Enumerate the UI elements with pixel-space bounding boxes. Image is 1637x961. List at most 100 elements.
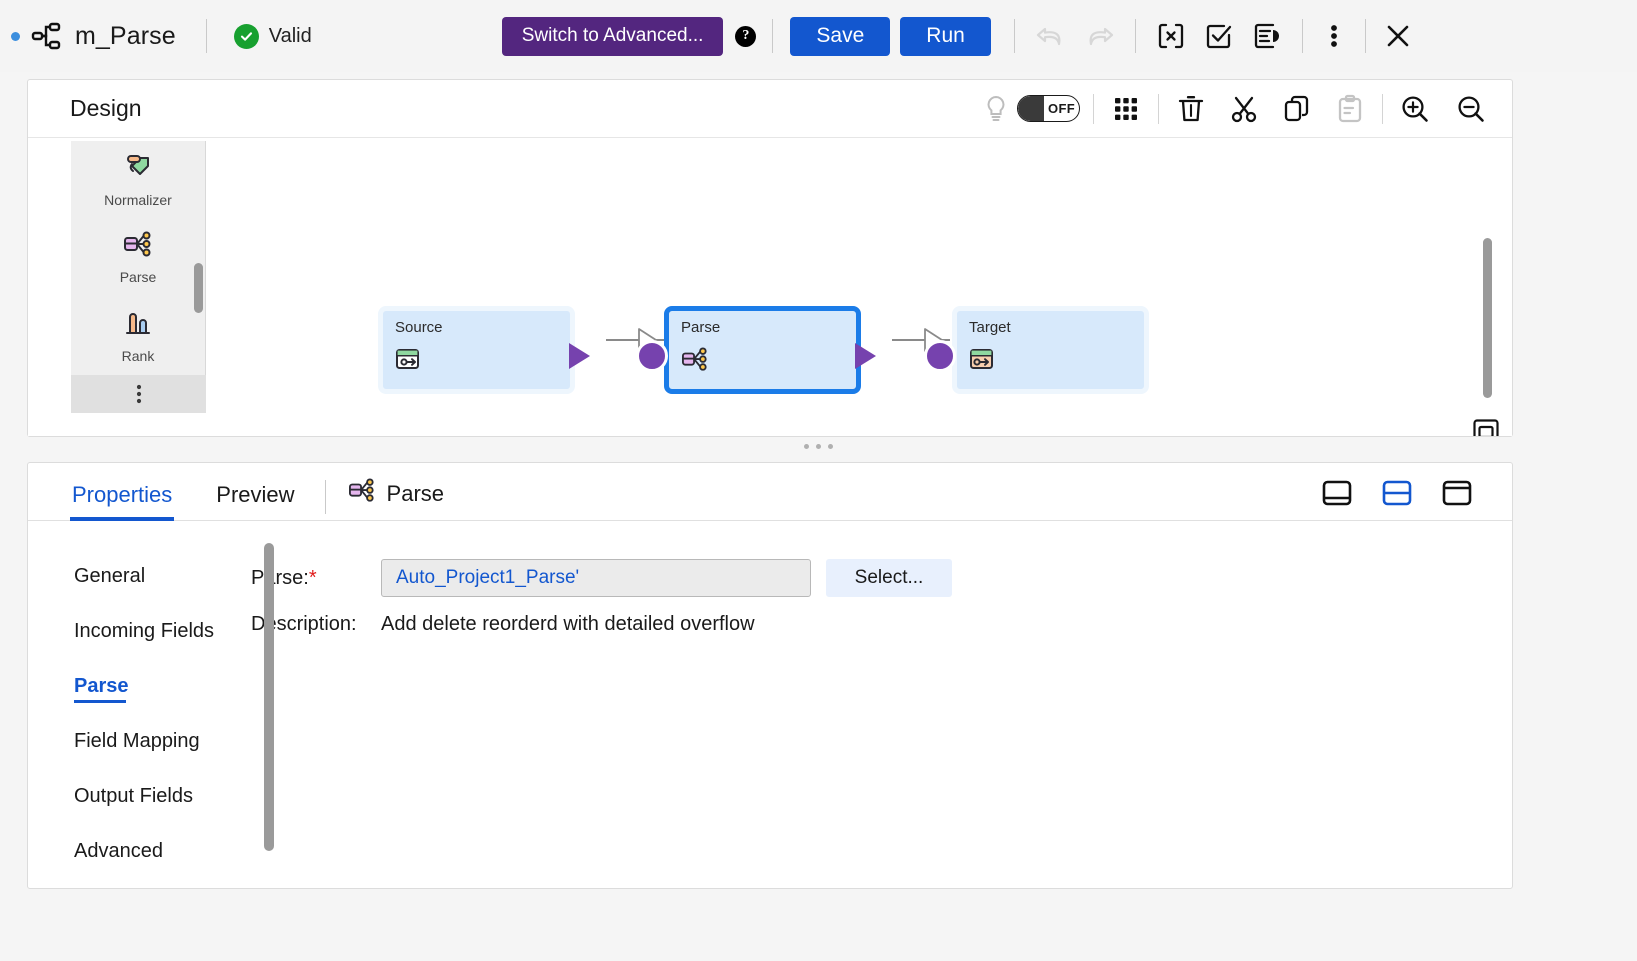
- top-toolbar: m_Parse Valid Switch to Advanced... ? Sa…: [0, 0, 1637, 72]
- canvas-node-target[interactable]: Target: [924, 306, 1149, 394]
- notes-icon[interactable]: [1248, 17, 1286, 55]
- run-button[interactable]: Run: [900, 16, 991, 56]
- layout-split-panel-icon[interactable]: [1378, 474, 1416, 512]
- transformation-palette: Normalizer Parse Rank: [71, 141, 206, 413]
- unsaved-indicator-dot: [11, 31, 20, 41]
- node-output-port[interactable]: [855, 343, 876, 369]
- node-title: Source: [395, 319, 443, 336]
- copy-icon[interactable]: [1278, 90, 1316, 128]
- paste-icon[interactable]: [1331, 90, 1369, 128]
- source-icon: [395, 347, 423, 378]
- palette-item-label: Normalizer: [104, 192, 172, 208]
- divider: [772, 19, 774, 53]
- lightbulb-icon[interactable]: [977, 90, 1015, 128]
- parse-icon: [348, 478, 376, 510]
- tab-preview[interactable]: Preview: [216, 482, 294, 520]
- normalizer-icon: [123, 152, 153, 187]
- sidebar-item-field-mapping[interactable]: Field Mapping: [28, 714, 218, 769]
- node-input-port[interactable]: [924, 340, 956, 372]
- divider: [1134, 19, 1136, 53]
- sidebar-item-incoming-fields[interactable]: Incoming Fields: [28, 604, 218, 659]
- check-circle-icon: [233, 23, 259, 49]
- parse-icon: [123, 231, 153, 264]
- canvas-node-parse[interactable]: Parse: [636, 306, 876, 394]
- description-value: Add delete reorderd with detailed overfl…: [381, 613, 755, 635]
- properties-side-nav: General Incoming Fields Parse Field Mapp…: [28, 521, 218, 888]
- handle-dot: [828, 444, 833, 449]
- select-button[interactable]: Select...: [826, 559, 952, 597]
- palette-item-label: Rank: [121, 348, 155, 364]
- design-toolbar: OFF: [977, 90, 1512, 128]
- nav-label: Output Fields: [74, 785, 193, 807]
- sidebar-item-output-fields[interactable]: Output Fields: [28, 769, 218, 824]
- design-panel: Design OFF Normalizer Parse Rank Source …: [27, 79, 1513, 437]
- save-button[interactable]: Save: [790, 16, 891, 56]
- handle-dot: [804, 444, 809, 449]
- nav-label: Parse: [74, 675, 129, 697]
- switch-to-advanced-button[interactable]: Switch to Advanced...: [501, 16, 724, 56]
- close-icon[interactable]: [1379, 17, 1417, 55]
- sidebar-item-advanced[interactable]: Advanced: [28, 824, 218, 879]
- design-label: Design: [70, 95, 142, 121]
- redo-icon[interactable]: [1081, 17, 1119, 55]
- tab-properties[interactable]: Properties: [69, 482, 175, 521]
- divider: [1013, 19, 1015, 53]
- parse-input[interactable]: Auto_Project1_Parse': [381, 559, 811, 597]
- layout-bottom-panel-icon[interactable]: [1318, 474, 1356, 512]
- tab-parse-label: Parse: [386, 481, 445, 506]
- panel-resize-handle[interactable]: [0, 444, 1637, 449]
- divider: [205, 19, 207, 53]
- palette-item-parse[interactable]: Parse: [71, 219, 205, 297]
- parse-icon: [681, 347, 709, 378]
- palette-scrollbar[interactable]: [194, 263, 203, 313]
- delete-icon[interactable]: [1172, 90, 1210, 128]
- zoom-out-icon[interactable]: [1452, 90, 1490, 128]
- undo-icon[interactable]: [1031, 17, 1069, 55]
- help-icon[interactable]: ?: [735, 25, 757, 47]
- canvas-scrollbar[interactable]: [1483, 238, 1492, 398]
- target-icon: [969, 347, 997, 378]
- divider: [1364, 19, 1366, 53]
- handle-dot: [816, 444, 821, 449]
- grid-icon[interactable]: [1107, 90, 1145, 128]
- toggle-knob: [1018, 96, 1044, 121]
- node-output-port[interactable]: [569, 343, 590, 369]
- highlight-toggle[interactable]: OFF: [1017, 95, 1080, 122]
- design-canvas[interactable]: Normalizer Parse Rank Source Parse Targe…: [28, 138, 1512, 436]
- page-title: m_Parse: [75, 21, 176, 50]
- node-input-port[interactable]: [636, 340, 668, 372]
- mapping-icon: [31, 22, 61, 50]
- more-vertical-icon[interactable]: [1315, 17, 1353, 55]
- nav-label: Field Mapping: [74, 730, 200, 752]
- description-row: Description: Add delete reorderd with de…: [251, 613, 1512, 636]
- design-panel-header: Design OFF: [28, 80, 1512, 138]
- palette-item-normalizer[interactable]: Normalizer: [71, 141, 205, 219]
- nav-label: Incoming Fields: [74, 620, 215, 642]
- tab-parse-node[interactable]: Parse: [348, 478, 444, 510]
- application-window: m_Parse Valid Switch to Advanced... ? Sa…: [0, 0, 1637, 961]
- properties-panel: Properties Preview Parse General Incomin…: [27, 462, 1513, 889]
- node-title: Target: [969, 319, 1011, 336]
- node-title: Parse: [681, 319, 721, 336]
- parse-field-row: Parse:* Auto_Project1_Parse' Select...: [251, 559, 1512, 597]
- divider: [1093, 93, 1094, 124]
- zoom-in-icon[interactable]: [1396, 90, 1434, 128]
- sidebar-item-general[interactable]: General: [28, 549, 218, 604]
- divider: [1382, 93, 1383, 124]
- required-asterisk: *: [308, 566, 317, 589]
- layout-top-panel-icon[interactable]: [1438, 474, 1476, 512]
- palette-item-rank[interactable]: Rank: [71, 297, 205, 375]
- parameters-icon[interactable]: [1152, 17, 1190, 55]
- parse-label-text: Parse:: [251, 566, 309, 589]
- canvas-node-source[interactable]: Source: [378, 306, 590, 394]
- fit-to-window-icon[interactable]: [1472, 418, 1500, 436]
- divider: [1158, 93, 1159, 124]
- sidebar-item-parse[interactable]: Parse: [28, 659, 218, 714]
- status-badge: Valid: [233, 23, 312, 49]
- palette-item-label: Parse: [119, 269, 157, 285]
- divider: [1301, 19, 1303, 53]
- palette-more-button[interactable]: [71, 375, 206, 413]
- cut-icon[interactable]: [1225, 90, 1263, 128]
- properties-nav-scrollbar[interactable]: [264, 543, 274, 851]
- validate-icon[interactable]: [1200, 17, 1238, 55]
